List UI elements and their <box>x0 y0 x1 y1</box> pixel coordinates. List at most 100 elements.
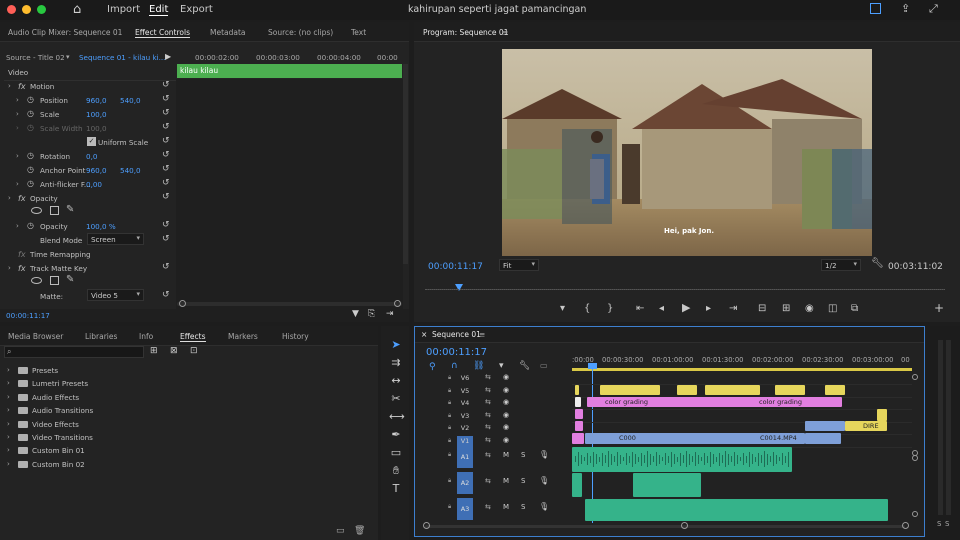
reset-icon[interactable]: ↺ <box>162 192 170 202</box>
proxy-icon[interactable]: ⧉ <box>851 304 858 314</box>
menu-icon[interactable]: ≡ <box>502 28 508 37</box>
chevron-down-icon[interactable]: › <box>8 82 11 90</box>
slip-tool-icon[interactable]: ⟷ <box>389 410 405 423</box>
rotation-value[interactable]: 0,0 <box>86 152 97 161</box>
timeline-clip[interactable] <box>575 397 581 407</box>
sync-lock-icon[interactable]: ⇆ <box>485 373 491 381</box>
chevron-right-icon[interactable]: › <box>16 152 19 160</box>
track-label-a1[interactable]: A1 <box>457 446 473 468</box>
menu-icon[interactable]: ≡ <box>479 330 485 339</box>
reset-icon[interactable]: ↺ <box>162 150 170 160</box>
rectangle-mask-icon[interactable] <box>50 206 59 215</box>
effects-bin-item[interactable]: Custom Bin 02 <box>32 460 85 469</box>
play-icon[interactable]: ▶ <box>682 302 690 313</box>
solo-button[interactable]: S <box>521 503 525 511</box>
step-back-icon[interactable]: ◂ <box>659 304 664 314</box>
stopwatch-icon[interactable]: ◷ <box>27 109 34 118</box>
fit-select[interactable]: Fit ▾ <box>499 259 539 271</box>
chevron-right-icon[interactable]: › <box>7 460 10 468</box>
track-label-v6[interactable]: V6 <box>457 373 473 384</box>
mark-out-icon[interactable]: } <box>607 304 613 314</box>
add-marker-icon[interactable]: ▾ <box>499 361 504 371</box>
tab-text[interactable]: Text <box>351 28 366 37</box>
timeline-clip[interactable] <box>575 409 583 419</box>
step-forward-icon[interactable]: ▸ <box>706 304 711 314</box>
effect-controls-timecode[interactable]: 00:00:11:17 <box>6 311 50 320</box>
source-clip-bar[interactable]: kilau kilau <box>177 64 402 78</box>
timeline-clip[interactable] <box>705 385 760 395</box>
ripple-edit-tool-icon[interactable]: ↔ <box>389 374 403 387</box>
zoom-window-button[interactable] <box>37 5 46 14</box>
chevron-right-icon[interactable]: › <box>16 180 19 188</box>
magnet-icon[interactable]: ∩ <box>451 361 458 371</box>
anchor-x-value[interactable]: 960,0 <box>86 166 107 175</box>
go-to-out-icon[interactable]: ⇥ <box>729 304 737 314</box>
reset-icon[interactable]: ↺ <box>162 290 170 300</box>
sync-lock-icon[interactable]: ⇆ <box>485 503 491 511</box>
matte-select[interactable]: Video 5 ▾ <box>87 289 144 301</box>
scroll-handle-left[interactable] <box>179 300 186 307</box>
microphone-icon[interactable]: 🎙︎ <box>539 502 549 511</box>
pen-tool-icon[interactable]: ✒ <box>389 428 403 441</box>
lock-icon[interactable]: 🔒︎ <box>448 437 451 445</box>
timeline-clip[interactable] <box>677 385 697 395</box>
rectangle-mask-icon[interactable] <box>50 276 59 285</box>
tab-metadata[interactable]: Metadata <box>210 28 246 37</box>
eye-icon[interactable]: ◉ <box>503 398 509 406</box>
selection-tool-icon[interactable]: ➤ <box>389 338 403 351</box>
scale-value[interactable]: 100,0 <box>86 110 107 119</box>
mute-button[interactable]: M <box>503 503 509 511</box>
chevron-right-icon[interactable]: › <box>16 222 19 230</box>
sync-lock-icon[interactable]: ⇆ <box>485 386 491 394</box>
solo-button[interactable]: S <box>521 451 525 459</box>
reset-icon[interactable]: ↺ <box>162 220 170 230</box>
effect-motion[interactable]: Motion <box>30 82 54 91</box>
track-label-v1[interactable]: V1 <box>457 435 473 447</box>
reset-icon[interactable]: ↺ <box>162 122 170 132</box>
solo-right-button[interactable]: S <box>945 520 949 528</box>
new-bin-icon[interactable]: ▭ <box>336 526 345 536</box>
reset-icon[interactable]: ↺ <box>162 164 170 174</box>
chevron-right-icon[interactable]: › <box>16 110 19 118</box>
lock-icon[interactable]: 🔒︎ <box>448 477 451 485</box>
play-triangle-icon[interactable]: ▶ <box>165 52 171 61</box>
wrench-icon[interactable]: 🔧︎ <box>871 258 884 269</box>
effect-track-matte[interactable]: Track Matte Key <box>30 264 87 273</box>
solo-left-button[interactable]: S <box>937 520 941 528</box>
scroll-handle-right[interactable] <box>394 300 401 307</box>
eye-icon[interactable]: ◉ <box>503 436 509 444</box>
reset-icon[interactable]: ↺ <box>162 262 170 272</box>
horizontal-scrollbar[interactable] <box>177 302 402 306</box>
timeline-clip[interactable] <box>805 433 841 444</box>
reset-icon[interactable]: ↺ <box>162 178 170 188</box>
uniform-scale-checkbox[interactable]: ✓ <box>87 137 96 146</box>
microphone-icon[interactable]: 🎙︎ <box>539 450 549 459</box>
effects-bin-item[interactable]: Video Transitions <box>32 433 93 442</box>
effects-bin-item[interactable]: Audio Transitions <box>32 406 93 415</box>
effects-search-input[interactable]: ⌕ <box>4 346 144 358</box>
chevron-right-icon[interactable]: › <box>7 446 10 454</box>
timeline-timecode[interactable]: 00:00:11:17 <box>426 347 487 358</box>
type-tool-icon[interactable]: T <box>389 482 403 495</box>
captions-icon[interactable]: ▭ <box>540 361 548 370</box>
keyframe-area[interactable] <box>176 79 403 309</box>
tab-info[interactable]: Info <box>139 332 153 341</box>
sync-lock-icon[interactable]: ⇆ <box>485 398 491 406</box>
eye-icon[interactable]: ◉ <box>503 373 509 381</box>
sync-lock-icon[interactable]: ⇆ <box>485 423 491 431</box>
chevron-right-icon[interactable]: › <box>16 124 19 132</box>
timeline-clip[interactable] <box>633 473 701 497</box>
effects-bin-item[interactable]: Lumetri Presets <box>32 379 88 388</box>
stopwatch-icon[interactable]: ◷ <box>27 165 34 174</box>
solo-button[interactable]: S <box>521 477 525 485</box>
menu-export[interactable]: Export <box>180 4 213 15</box>
delete-icon[interactable]: 🗑︎ <box>354 526 365 536</box>
anchor-y-value[interactable]: 540,0 <box>120 166 141 175</box>
settings-wrench-icon[interactable]: 🔧︎ <box>519 361 530 371</box>
program-timecode[interactable]: 00:00:11:17 <box>428 262 483 272</box>
insert-icon[interactable]: ⊟ <box>758 304 766 314</box>
accelerated-effects-icon[interactable]: ⊞ <box>150 346 158 356</box>
reset-icon[interactable]: ↺ <box>162 136 170 146</box>
ellipse-mask-icon[interactable] <box>31 277 42 284</box>
stopwatch-icon[interactable]: ◷ <box>27 221 34 230</box>
